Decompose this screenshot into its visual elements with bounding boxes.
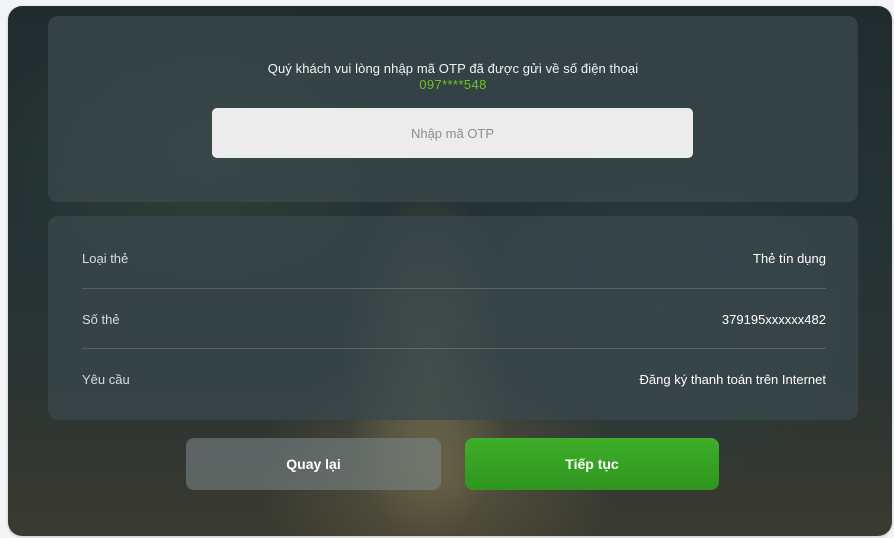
otp-panel: Quý khách vui lòng nhập mã OTP đã được g… <box>48 16 858 202</box>
otp-instruction: Quý khách vui lòng nhập mã OTP đã được g… <box>267 61 639 76</box>
request-row: Yêu cầu Đăng ký thanh toán trên Internet <box>82 348 826 409</box>
continue-button[interactable]: Tiếp tục <box>465 438 719 490</box>
continue-button-label: Tiếp tục <box>565 456 619 472</box>
back-button[interactable]: Quay lại <box>186 438 441 490</box>
otp-dialog: Quý khách vui lòng nhập mã OTP đã được g… <box>8 6 892 536</box>
request-label: Yêu cầu <box>82 371 130 387</box>
otp-input[interactable] <box>212 108 693 158</box>
card-info-panel: Loại thẻ Thẻ tín dụng Số thẻ 379195xxxxx… <box>48 216 858 420</box>
card-type-row: Loại thẻ Thẻ tín dụng <box>82 228 826 288</box>
request-value: Đăng ký thanh toán trên Internet <box>639 371 826 387</box>
back-button-label: Quay lại <box>286 456 341 472</box>
card-type-value: Thẻ tín dụng <box>753 250 826 266</box>
card-number-value: 379195xxxxxx482 <box>721 311 826 327</box>
masked-phone-number: 097****548 <box>419 77 487 92</box>
card-number-row: Số thẻ 379195xxxxxx482 <box>82 288 826 349</box>
card-number-label: Số thẻ <box>82 311 120 327</box>
card-type-label: Loại thẻ <box>82 250 129 266</box>
